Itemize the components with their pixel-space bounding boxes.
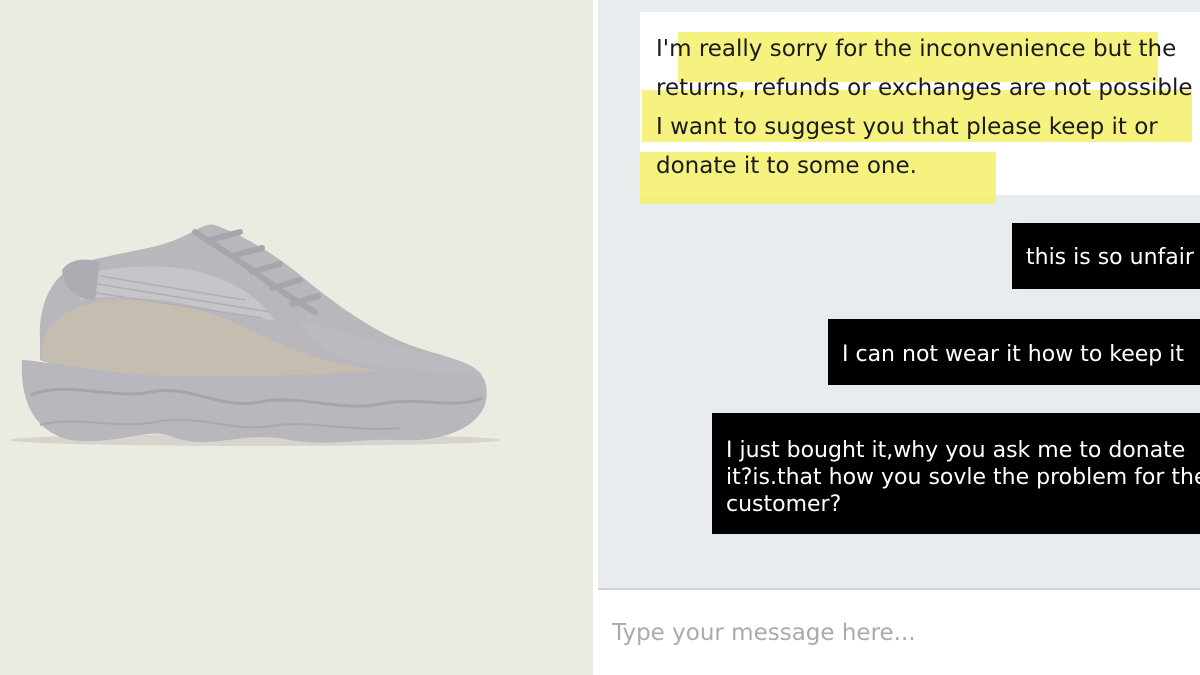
agent-message-line: I'm really sorry for the inconvenience b… — [656, 36, 1177, 62]
agent-message-line: donate it to some one. — [656, 153, 917, 179]
message-composer — [598, 590, 1200, 675]
agent-message-line: I want to suggest you that please keep i… — [656, 114, 1158, 140]
message-input[interactable] — [612, 610, 1182, 656]
agent-message-text: I'm really sorry for the inconvenience b… — [656, 30, 1200, 186]
sneaker-image — [10, 224, 500, 446]
product-panel — [0, 0, 593, 675]
chat-panel: I'm really sorry for the inconvenience b… — [598, 0, 1200, 675]
chat-messages[interactable]: I'm really sorry for the inconvenience b… — [598, 0, 1200, 588]
agent-message-line: returns, refunds or exchanges are not po… — [656, 75, 1193, 101]
user-message-bubble: I just bought it,why you ask me to donat… — [712, 413, 1200, 534]
user-message-bubble: this is so unfair — [1012, 223, 1200, 289]
user-message-bubble: I can not wear it how to keep it — [828, 319, 1200, 385]
